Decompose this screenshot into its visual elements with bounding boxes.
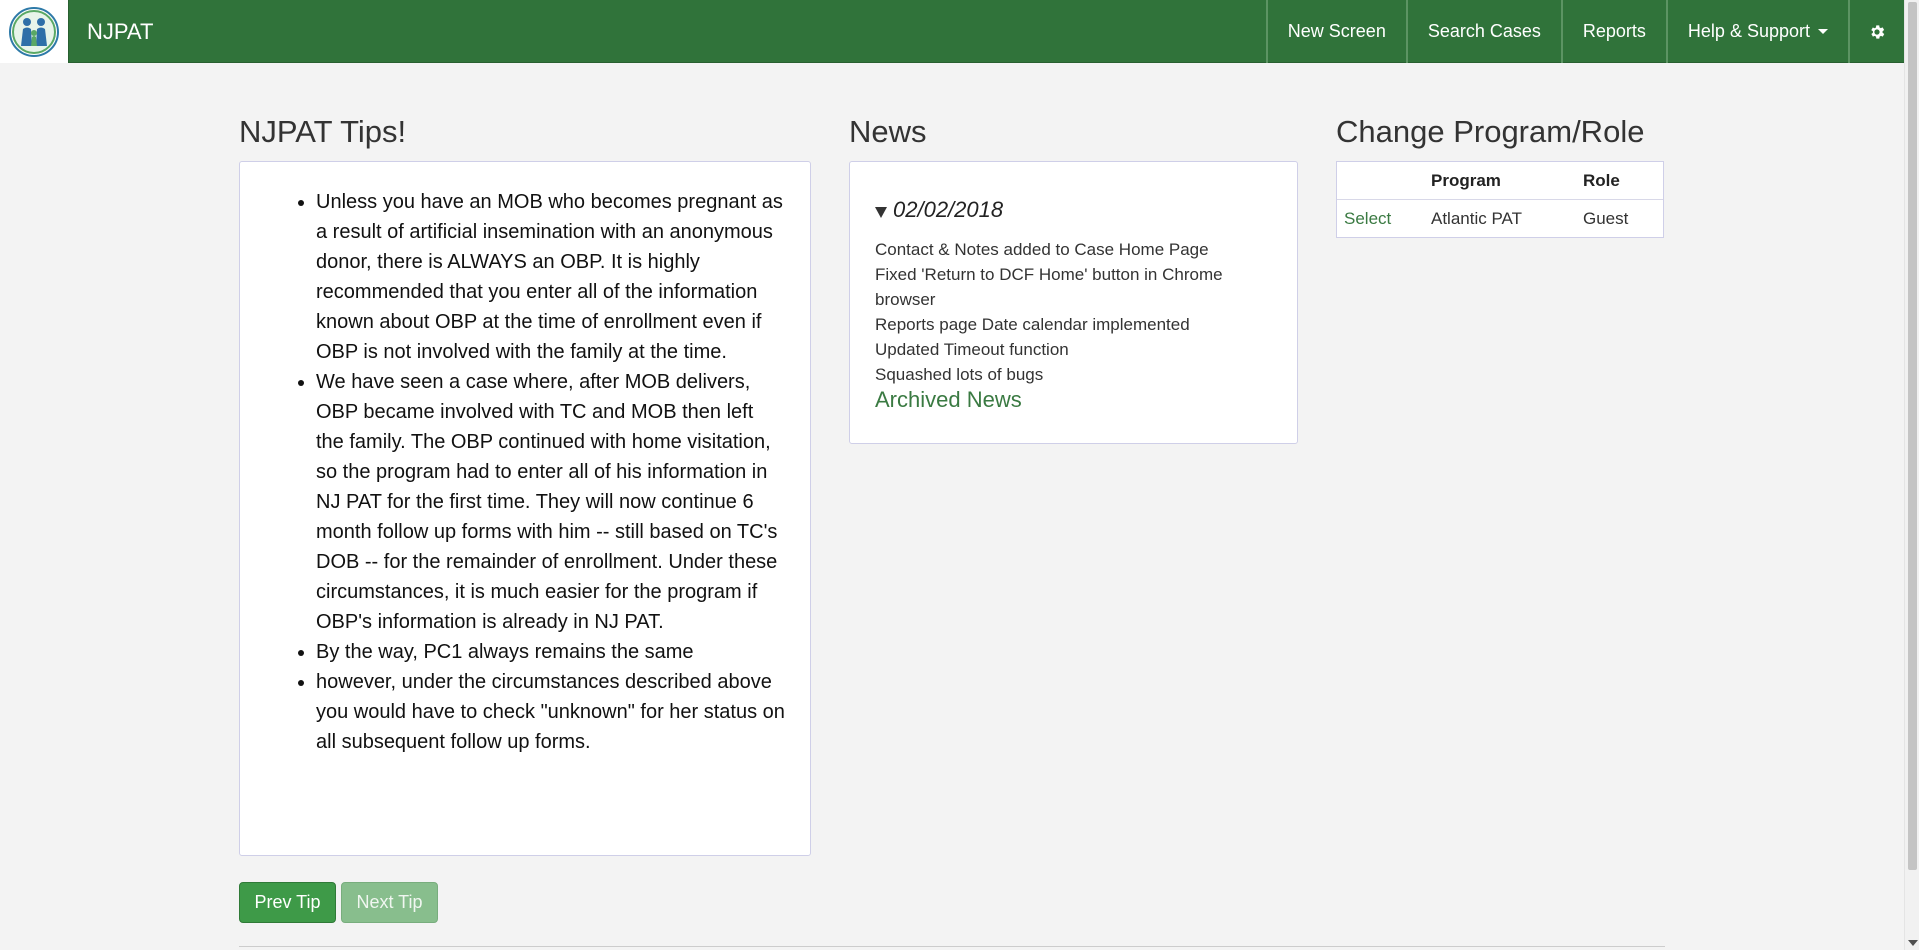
news-item: Updated Timeout function — [875, 340, 1069, 359]
news-item: Squashed lots of bugs — [875, 365, 1044, 384]
gear-icon — [1871, 24, 1885, 39]
news-item: Fixed 'Return to DCF Home' button in Chr… — [875, 265, 1223, 309]
news-date-toggle[interactable]: 02/02/2018 — [875, 197, 1003, 223]
vertical-scrollbar[interactable] — [1904, 0, 1919, 950]
tip-item: We have seen a case where, after MOB del… — [316, 367, 786, 637]
program-cell: Atlantic PAT — [1431, 209, 1523, 228]
column-header-role: Role — [1583, 171, 1620, 190]
tips-list: Unless you have an MOB who becomes pregn… — [316, 187, 786, 757]
top-navbar: NJPAT New Screen Search Cases Reports He… — [0, 0, 1904, 63]
news-item: Contact & Notes added to Case Home Page — [875, 240, 1209, 259]
column-header-program: Program — [1431, 171, 1501, 190]
table-header-row: Program Role — [1337, 162, 1663, 200]
role-cell: Guest — [1583, 209, 1629, 228]
nav-reports-label: Reports — [1582, 21, 1646, 41]
nav-reports[interactable]: Reports — [1560, 0, 1666, 63]
news-heading: News — [849, 114, 927, 149]
news-panel: 02/02/2018 Contact & Notes added to Case… — [849, 161, 1298, 444]
tip-item: By the way, PC1 always remains the same — [316, 637, 786, 667]
next-tip-button[interactable]: Next Tip — [341, 882, 438, 923]
tips-heading: NJPAT Tips! — [239, 114, 407, 149]
prev-tip-button[interactable]: Prev Tip — [239, 882, 336, 923]
njpat-logo[interactable] — [0, 0, 69, 63]
caret-down-icon — [1818, 29, 1828, 34]
tip-item: however, under the circumstances describ… — [316, 667, 786, 757]
nav-help-support-label: Help & Support — [1687, 21, 1810, 41]
change-role-heading: Change Program/Role — [1336, 114, 1645, 149]
nav-new-screen-label: New Screen — [1287, 21, 1386, 41]
settings-button[interactable] — [1848, 0, 1904, 63]
nav-menu: New Screen Search Cases Reports Help & S… — [1265, 0, 1904, 63]
nav-search-cases-label: Search Cases — [1427, 21, 1541, 41]
archived-news-link[interactable]: Archived News — [875, 387, 1022, 413]
tip-item: Unless you have an MOB who becomes pregn… — [316, 187, 786, 367]
brand-title[interactable]: NJPAT — [69, 0, 1266, 62]
collapse-triangle-icon — [875, 206, 887, 218]
nav-new-screen[interactable]: New Screen — [1265, 0, 1406, 63]
program-role-table: Program Role Select Atlantic PAT Guest — [1336, 161, 1664, 238]
table-row: Select Atlantic PAT Guest — [1337, 200, 1663, 238]
scroll-down-arrow-icon[interactable] — [1908, 940, 1918, 946]
news-items: Contact & Notes added to Case Home Page … — [875, 237, 1275, 387]
nav-search-cases[interactable]: Search Cases — [1405, 0, 1561, 63]
nav-help-support-dropdown[interactable]: Help & Support — [1665, 0, 1848, 63]
family-logo-icon — [9, 6, 59, 57]
footer-divider — [239, 946, 1665, 947]
select-role-link[interactable]: Select — [1344, 200, 1391, 238]
scrollbar-thumb[interactable] — [1908, 2, 1917, 870]
tips-panel: Unless you have an MOB who becomes pregn… — [239, 161, 811, 856]
news-date: 02/02/2018 — [893, 197, 1004, 222]
news-item: Reports page Date calendar implemented — [875, 315, 1190, 334]
